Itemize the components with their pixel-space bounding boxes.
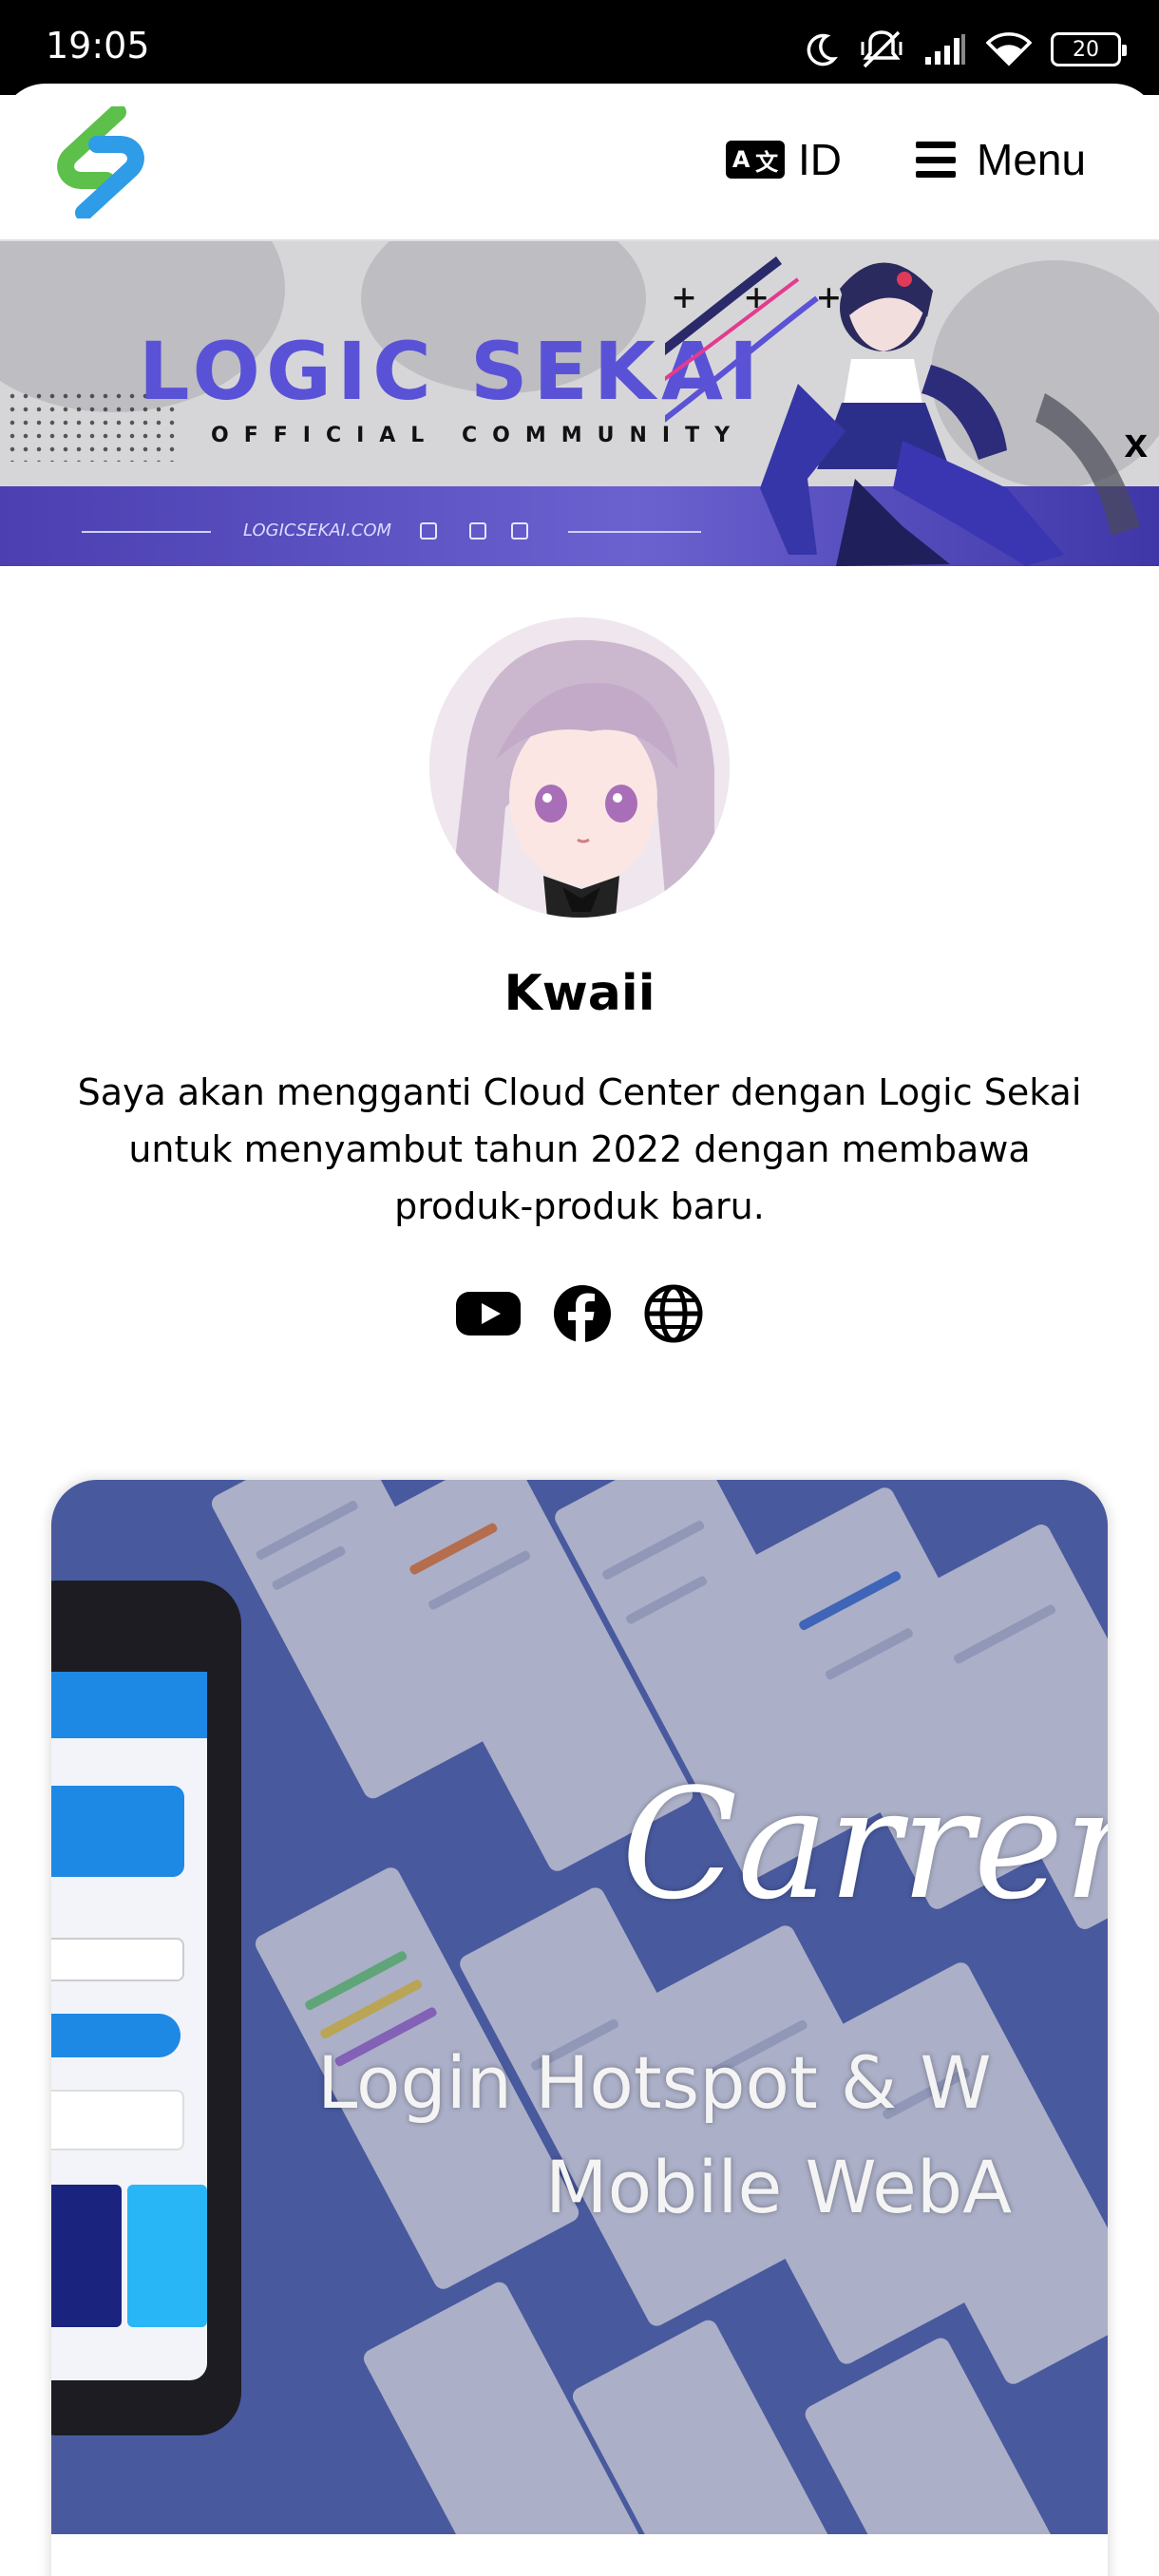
social-links <box>0 1284 1159 1347</box>
anime-character-illustration <box>665 256 1140 566</box>
instagram-icon <box>469 522 486 540</box>
phone-thumbnail <box>127 2185 207 2327</box>
card-subtitle-line1: Login Hotspot & W <box>317 2040 992 2125</box>
globe-icon[interactable] <box>644 1284 703 1347</box>
profile-bio: Saya akan mengganti Cloud Center dengan … <box>77 1071 1082 1227</box>
facebook-icon <box>511 522 528 540</box>
promo-banner[interactable]: + + + LOGIC SEKAI OFFICIAL COMMUNITY LOG… <box>0 241 1159 566</box>
battery-level: 20 <box>1073 37 1099 62</box>
card-title: Carrera <box>621 1755 1108 1933</box>
profile-avatar <box>429 617 730 918</box>
facebook-icon[interactable] <box>553 1284 612 1347</box>
phone-button <box>51 2014 180 2057</box>
language-selector[interactable]: A文 ID <box>726 131 842 188</box>
battery-icon: 20 <box>1051 32 1127 66</box>
product-card-image[interactable]: Carrera Login Hotspot & W Mobile WebA <box>51 1480 1108 2534</box>
product-card[interactable]: Carrera Login Hotspot & W Mobile WebA <box>51 1480 1108 2576</box>
language-label: ID <box>798 135 842 184</box>
banner-rule <box>82 531 211 533</box>
banner-url: LOGICSEKAI.COM <box>243 521 392 540</box>
youtube-icon[interactable] <box>456 1290 521 1341</box>
phone-thumbnail <box>51 2185 122 2327</box>
phone-tab-bar <box>51 1786 184 1877</box>
site-header: A文 ID Menu <box>0 84 1159 241</box>
phone-field <box>51 2090 184 2150</box>
status-bar: 19:05 20 <box>0 0 1159 95</box>
menu-label: Menu <box>977 135 1087 184</box>
phone-input <box>51 1938 184 1981</box>
menu-button[interactable]: Menu <box>916 131 1086 188</box>
card-subtitle-line2: Mobile WebA <box>545 2145 1013 2229</box>
translate-icon: A文 <box>726 141 785 179</box>
profile-name: Kwaii <box>504 965 656 1022</box>
banner-close-button[interactable]: x <box>1125 420 1148 467</box>
signal-icon <box>923 32 967 66</box>
phone-mockup <box>51 1581 241 2435</box>
phone-screen <box>51 1672 207 2380</box>
status-icons: 20 <box>802 23 1127 76</box>
logo-icon[interactable] <box>51 104 150 221</box>
moon-icon <box>802 30 840 68</box>
hamburger-icon <box>916 142 956 178</box>
wifi-icon <box>986 31 1032 67</box>
mute-vibrate-icon <box>859 28 904 70</box>
discord-icon <box>420 522 437 540</box>
status-time: 19:05 <box>46 25 150 66</box>
phone-app-bar <box>51 1672 207 1738</box>
